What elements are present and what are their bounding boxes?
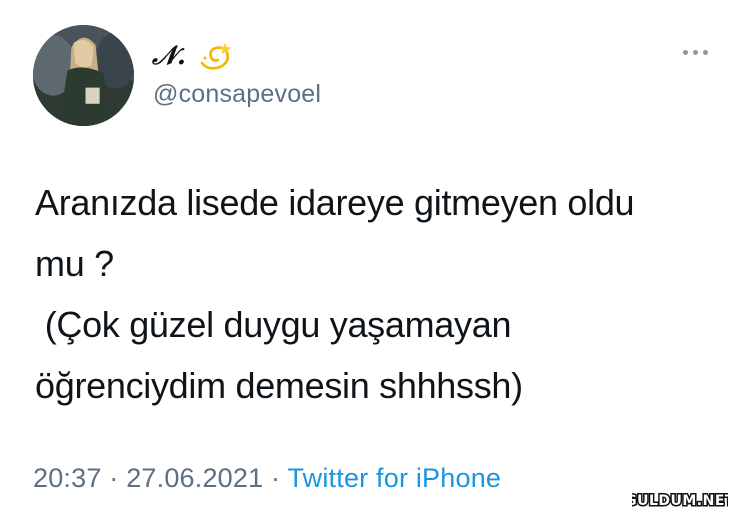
svg-text:GULDUM.NET: GULDUM.NET — [632, 493, 728, 509]
display-name[interactable]: 𝒩. — [152, 38, 234, 74]
separator: · — [101, 463, 127, 493]
dot — [683, 49, 688, 55]
dizzy-icon — [198, 41, 234, 71]
tweet-text: Aranızda lisede idareye gitmeyen oldu mu … — [35, 172, 715, 416]
tweet-line: (Çok güzel duygu yaşamayan — [35, 304, 512, 345]
watermark-logo: GULDUM.NET — [632, 488, 728, 511]
tweet-date[interactable]: 27.06.2021 — [126, 463, 263, 493]
more-options-icon[interactable] — [683, 44, 715, 60]
dot — [693, 49, 698, 55]
profile-photo-icon — [33, 25, 134, 126]
tweet-source-link[interactable]: Twitter for iPhone — [287, 463, 501, 493]
tweet-time[interactable]: 20:37 — [33, 463, 102, 493]
tweet-line: öğrenciydim demesin shhhssh) — [35, 365, 523, 406]
avatar[interactable] — [33, 25, 134, 126]
tweet-line: Aranızda lisede idareye gitmeyen oldu — [35, 182, 635, 223]
user-handle[interactable]: @consapevoel — [153, 80, 321, 109]
tweet-metadata: 20:37 · 27.06.2021 · Twitter for iPhone — [33, 463, 501, 494]
tweet-line: mu ? — [35, 243, 114, 284]
separator: · — [263, 463, 288, 493]
dot — [703, 49, 708, 55]
display-name-text: 𝒩. — [152, 40, 186, 71]
